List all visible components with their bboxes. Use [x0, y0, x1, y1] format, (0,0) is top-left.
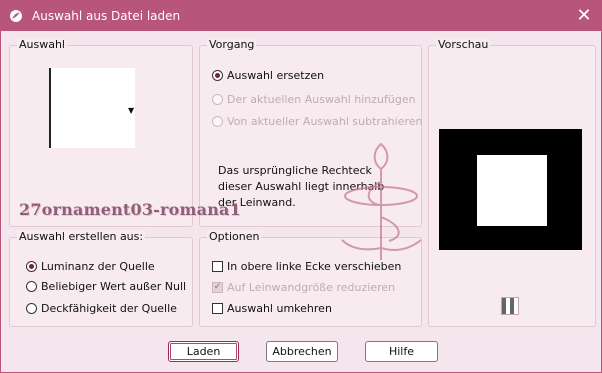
radio-add-selection[interactable]: Der aktuellen Auswahl hinzufügen: [212, 93, 416, 106]
checkbox[interactable]: [212, 261, 223, 272]
radio-label: Der aktuellen Auswahl hinzufügen: [227, 93, 416, 106]
radio-opacity[interactable]: Deckfähigkeit der Quelle: [26, 302, 177, 315]
radio-subtract-selection[interactable]: Von aktueller Auswahl subtrahieren: [212, 115, 423, 128]
dropdown-arrow-icon[interactable]: ▼: [128, 106, 134, 115]
operation-group-title: Vorgang: [207, 38, 257, 51]
checkbox-label: Auswahl umkehren: [227, 302, 332, 315]
load-button[interactable]: Laden: [168, 341, 239, 362]
checkbox[interactable]: ✓: [212, 282, 223, 293]
radio-button[interactable]: [212, 94, 223, 105]
ornament-watermark: [341, 142, 422, 260]
load-selection-dialog: Auswahl aus Datei laden ✕ Auswahl ▼ Vorg…: [0, 0, 602, 373]
radio-label: Luminanz der Quelle: [41, 260, 155, 273]
radio-button[interactable]: [26, 281, 37, 292]
radio-label: Von aktueller Auswahl subtrahieren: [227, 115, 423, 128]
radio-button[interactable]: [26, 303, 37, 314]
watermark-text: 27ornament03-romana1: [19, 200, 241, 219]
radio-button[interactable]: [26, 261, 37, 272]
selection-group-title: Auswahl: [17, 38, 67, 51]
preview-group-title: Vorschau: [436, 38, 491, 51]
radio-label: Beliebiger Wert außer Null: [41, 280, 187, 293]
radio-button[interactable]: [212, 116, 223, 127]
radio-label: Deckfähigkeit der Quelle: [41, 302, 177, 315]
checkbox-invert-selection[interactable]: Auswahl umkehren: [212, 302, 332, 315]
selection-thumbnail[interactable]: [49, 68, 135, 148]
radio-button[interactable]: [212, 70, 223, 81]
checkbox-crop-canvas[interactable]: ✓ Auf Leinwandgröße reduzieren: [212, 281, 395, 294]
options-group-title: Optionen: [207, 230, 262, 243]
help-button[interactable]: Hilfe: [365, 341, 438, 362]
radio-replace-selection[interactable]: Auswahl ersetzen: [212, 69, 324, 82]
radio-nonzero[interactable]: Beliebiger Wert außer Null: [26, 280, 186, 293]
create-from-group-title: Auswahl erstellen aus:: [17, 230, 146, 243]
preview-selection-area: [477, 155, 547, 226]
title-bar: Auswahl aus Datei laden ✕: [1, 1, 601, 31]
cancel-button[interactable]: Abbrechen: [266, 341, 338, 362]
paintbrush-icon: [10, 10, 22, 22]
radio-luminance[interactable]: Luminanz der Quelle: [26, 260, 155, 273]
radio-label: Auswahl ersetzen: [227, 69, 325, 82]
checkbox[interactable]: [212, 303, 223, 314]
transparency-checker-icon[interactable]: [501, 297, 519, 315]
checkbox-label: Auf Leinwandgröße reduzieren: [227, 281, 396, 294]
close-icon[interactable]: ✕: [573, 5, 595, 27]
dialog-title: Auswahl aus Datei laden: [32, 9, 181, 23]
